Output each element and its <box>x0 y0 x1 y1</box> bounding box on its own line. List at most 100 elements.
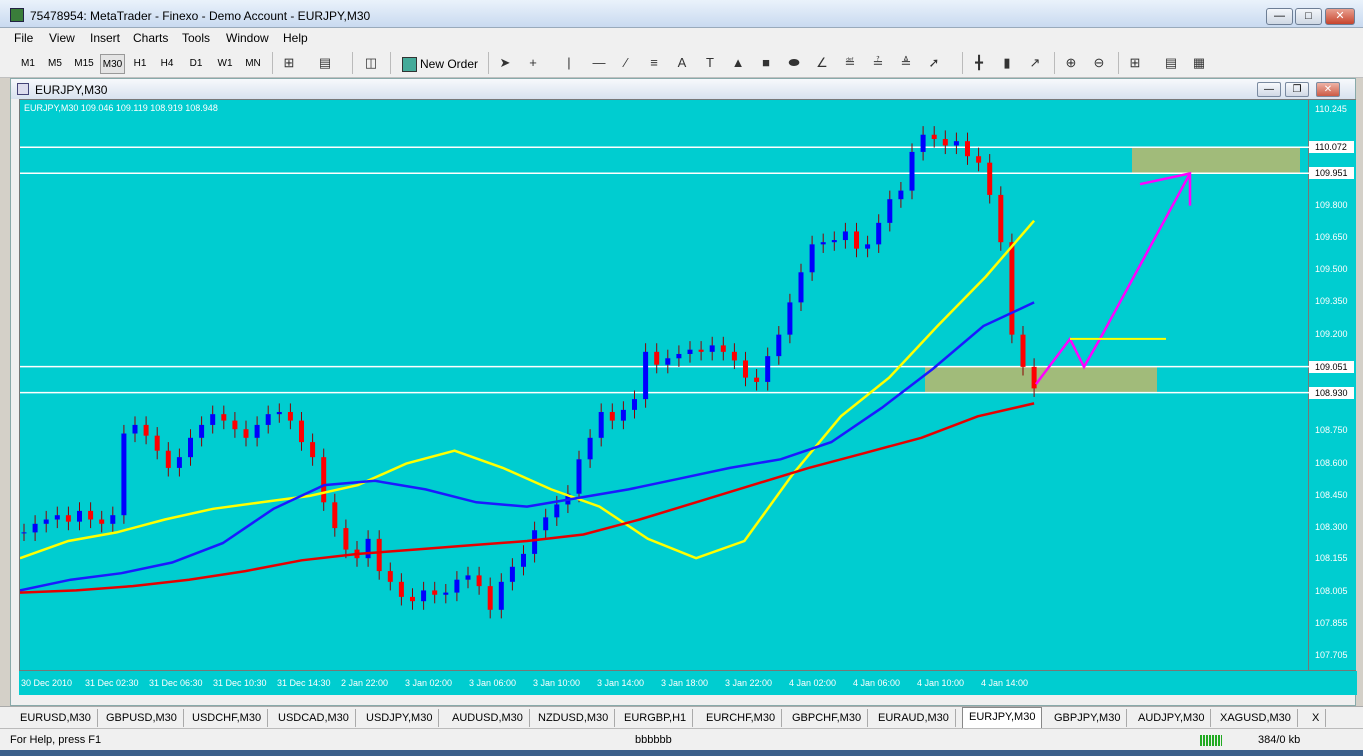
candle-body <box>831 240 837 243</box>
candlestick-icon[interactable]: ▮ <box>998 54 1016 72</box>
new-chart-icon[interactable]: ⊞ <box>280 54 298 72</box>
candle-body <box>842 231 848 241</box>
candle-body <box>953 141 959 146</box>
cursor-icon[interactable]: ➤ <box>496 54 514 72</box>
symbol-tab[interactable]: GBPCHF,M30 <box>786 709 869 727</box>
candle-body <box>543 517 549 531</box>
timeframe-mn[interactable]: MN <box>242 54 264 74</box>
candle-body <box>909 151 915 191</box>
menu-window[interactable]: Window <box>226 31 269 45</box>
timeframe-m1[interactable]: M1 <box>18 54 38 74</box>
candle-body <box>498 581 504 610</box>
candle-body <box>809 244 815 273</box>
chart-close-button[interactable]: ✕ <box>1316 82 1340 97</box>
indicators-icon[interactable]: ⊞ <box>1126 54 1144 72</box>
menu-insert[interactable]: Insert <box>90 31 120 45</box>
minimize-button[interactable]: — <box>1266 8 1293 25</box>
price-label: 108.600 <box>1315 457 1348 468</box>
profiles-icon[interactable]: ▤ <box>316 54 334 72</box>
title-bar: 75478954: MetaTrader - Finexo - Demo Acc… <box>0 0 1363 28</box>
symbol-tab[interactable]: AUDJPY,M30 <box>1132 709 1212 727</box>
symbol-tab[interactable]: EURCHF,M30 <box>700 709 783 727</box>
symbol-tab[interactable]: EURJPY,M30 <box>962 707 1043 728</box>
candle-body <box>876 222 882 245</box>
time-label: 3 Jan 06:00 <box>469 678 517 688</box>
bar-chart-icon[interactable]: ╋ <box>970 54 988 72</box>
candle-body <box>77 510 82 522</box>
channel-icon[interactable]: ≡ <box>645 54 663 72</box>
candle-body <box>1009 242 1015 335</box>
price-chart[interactable]: EURJPY,M30 109.046 109.119 108.919 108.9… <box>19 99 1310 671</box>
symbol-tab[interactable]: EURGBP,H1 <box>618 709 694 727</box>
candle-body <box>454 579 460 593</box>
chart-minimize-button[interactable]: — <box>1257 82 1281 97</box>
zoom-out-icon[interactable]: ⊖ <box>1090 54 1108 72</box>
timeframe-h4[interactable]: H4 <box>157 54 177 74</box>
gann-icon[interactable]: ≟ <box>869 54 887 72</box>
price-scale[interactable]: 110.245 109.800 109.650 109.500 109.350 109.2… <box>1309 99 1356 671</box>
text-icon[interactable]: A <box>673 54 691 72</box>
navigator-icon[interactable]: ◫ <box>362 54 380 72</box>
candle-body <box>698 349 704 352</box>
symbol-tab[interactable]: USDJPY,M30 <box>360 709 440 727</box>
fibo-icon[interactable]: ≝ <box>841 54 859 72</box>
symbol-tab[interactable]: USDCHF,M30 <box>186 709 269 727</box>
crosshair-icon[interactable]: + <box>524 54 542 72</box>
timeframe-d1[interactable]: D1 <box>186 54 206 74</box>
time-label: 31 Dec 14:30 <box>277 678 331 688</box>
vertical-line-icon[interactable]: | <box>560 54 578 72</box>
symbol-tab[interactable]: USDCAD,M30 <box>272 709 356 727</box>
menu-file[interactable]: File <box>14 31 33 45</box>
symbol-tab[interactable]: AUDUSD,M30 <box>446 709 530 727</box>
timeframe-m5[interactable]: M5 <box>45 54 65 74</box>
periods-icon[interactable]: ▤ <box>1162 54 1180 72</box>
rectangle-icon[interactable]: ■ <box>757 54 775 72</box>
symbol-tab[interactable]: NZDUSD,M30 <box>532 709 616 727</box>
timeframe-m15[interactable]: M15 <box>72 54 96 74</box>
menu-charts[interactable]: Charts <box>133 31 168 45</box>
candle-body <box>1020 334 1026 367</box>
status-traffic: 384/0 kb <box>1258 734 1301 746</box>
templates-icon[interactable]: ▦ <box>1190 54 1208 72</box>
timeframe-m30[interactable]: M30 <box>100 54 125 74</box>
text-label-icon[interactable]: T <box>701 54 719 72</box>
candle-body <box>421 590 427 602</box>
candle-body <box>521 553 526 567</box>
timeframe-w1[interactable]: W1 <box>214 54 236 74</box>
horizontal-line-icon[interactable]: — <box>590 54 608 72</box>
timeframe-h1[interactable]: H1 <box>130 54 150 74</box>
symbol-info: EURJPY,M30 109.046 109.119 108.919 108.9… <box>24 103 218 113</box>
chart-restore-button[interactable]: ❐ <box>1285 82 1309 97</box>
candle-body <box>776 334 782 357</box>
candle-body <box>931 134 937 140</box>
candle-body <box>643 351 649 400</box>
triangle-icon[interactable]: ▲ <box>729 54 747 72</box>
candle-body <box>920 134 926 152</box>
candle-body <box>154 435 160 451</box>
symbol-tab[interactable]: GBPJPY,M30 <box>1048 709 1128 727</box>
menu-view[interactable]: View <box>49 31 75 45</box>
new-order-button[interactable]: New Order <box>398 53 478 75</box>
symbol-tab[interactable]: EURAUD,M30 <box>872 709 956 727</box>
ellipse-icon[interactable]: ⬬ <box>785 54 803 72</box>
price-label: 108.005 <box>1315 585 1348 596</box>
candle-body <box>598 412 604 438</box>
line-chart-icon[interactable]: ↗ <box>1026 54 1044 72</box>
symbol-tab[interactable]: GBPUSD,M30 <box>100 709 184 727</box>
arrows-icon[interactable]: ➚ <box>925 54 943 72</box>
candle-body <box>632 399 637 410</box>
menu-tools[interactable]: Tools <box>182 31 210 45</box>
candle-body <box>232 420 238 430</box>
zoom-in-icon[interactable]: ⊕ <box>1062 54 1080 72</box>
symbol-tab[interactable]: XAGUSD,M30 <box>1214 709 1298 727</box>
maximize-button[interactable]: □ <box>1295 8 1322 25</box>
close-button[interactable]: ✕ <box>1325 8 1355 25</box>
symbol-tab[interactable]: EURUSD,M30 <box>14 709 98 727</box>
angle-icon[interactable]: ∠ <box>813 54 831 72</box>
symbol-tab[interactable]: X <box>1306 709 1327 727</box>
chart-icon <box>17 83 29 95</box>
trendline-icon[interactable]: ∕ <box>617 54 635 72</box>
symbol-tabs: EURUSD,M30 GBPUSD,M30 USDCHF,M30 USDCAD,M30… <box>0 706 1363 728</box>
fibo-fan-icon[interactable]: ≜ <box>897 54 915 72</box>
menu-help[interactable]: Help <box>283 31 308 45</box>
